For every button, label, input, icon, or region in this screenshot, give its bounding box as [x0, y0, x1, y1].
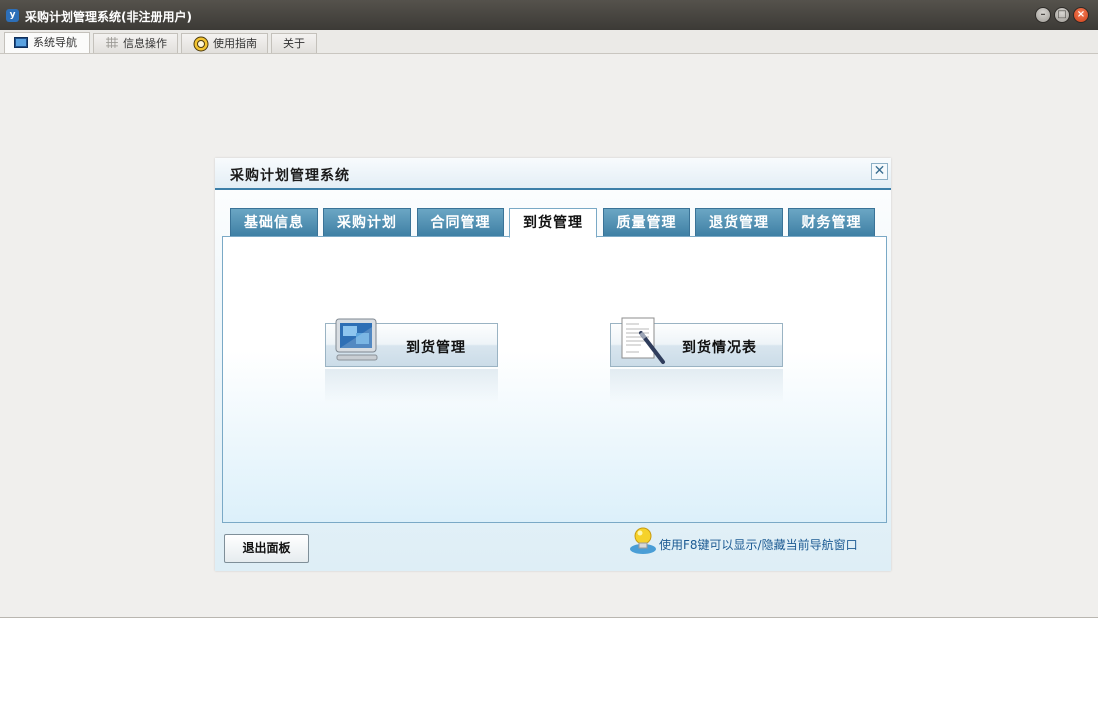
tab-label: 系统导航: [33, 36, 77, 49]
tab-label: 使用指南: [213, 37, 257, 50]
navigation-panel: 采购计划管理系统 ✕ 基础信息 采购计划 合同管理 到货管理 质量管理 退货管理…: [215, 158, 891, 571]
computer-icon: [335, 318, 378, 361]
main-tab-bar: 系统导航 信息操作 使用指南 关于: [0, 30, 1098, 54]
button-label: 到货情况表: [682, 340, 757, 356]
grid-icon: [106, 37, 118, 48]
window-title: 采购计划管理系统(非注册用户): [25, 10, 192, 24]
arrival-status-report-button[interactable]: 到货情况表: [610, 317, 783, 367]
hint-text: 使用F8键可以显示/隐藏当前导航窗口: [659, 538, 858, 552]
arrival-management-button[interactable]: 到货管理: [325, 318, 498, 367]
tab-arrival-management[interactable]: 到货管理: [509, 208, 597, 238]
exit-panel-button[interactable]: 退出面板: [224, 534, 309, 563]
tab-content-area: [222, 236, 887, 523]
button-label: 到货管理: [406, 340, 466, 356]
tab-system-navigation[interactable]: 系统导航: [4, 32, 90, 53]
tab-label: 信息操作: [123, 37, 167, 50]
title-bar[interactable]: y 采购计划管理系统(非注册用户) – □ ×: [0, 0, 1098, 30]
tab-about[interactable]: 关于: [271, 33, 317, 53]
close-icon: ✕: [873, 163, 886, 179]
lightbulb-icon: [630, 527, 656, 554]
tab-basic-info[interactable]: 基础信息: [230, 208, 318, 237]
panel-header: 采购计划管理系统 ✕: [215, 158, 891, 190]
minimize-icon: –: [1040, 9, 1046, 20]
tab-information-operation[interactable]: 信息操作: [93, 33, 178, 53]
maximize-icon: □: [1057, 9, 1067, 20]
application-window: y 采购计划管理系统(非注册用户) – □ × 系统导航 信息操作 使用指南 关…: [0, 0, 1098, 618]
panel-title: 采购计划管理系统: [230, 168, 350, 184]
app-logo-icon: y: [6, 9, 19, 22]
tab-contract-management[interactable]: 合同管理: [417, 208, 504, 237]
tab-user-guide[interactable]: 使用指南: [181, 33, 268, 53]
tab-purchase-plan[interactable]: 采购计划: [323, 208, 411, 237]
button-reflection: [610, 369, 783, 403]
close-icon: ×: [1076, 9, 1086, 20]
close-window-button[interactable]: ×: [1073, 7, 1089, 23]
monitor-icon: [14, 37, 28, 48]
panel-close-button[interactable]: ✕: [871, 163, 888, 180]
tab-finance-management[interactable]: 财务管理: [788, 208, 875, 237]
lifebuoy-icon: [193, 36, 209, 52]
button-reflection: [325, 369, 498, 403]
tab-quality-management[interactable]: 质量管理: [603, 208, 690, 237]
tab-label: 关于: [283, 37, 305, 50]
document-pen-icon: [621, 317, 665, 364]
minimize-button[interactable]: –: [1035, 7, 1051, 23]
tab-return-management[interactable]: 退货管理: [695, 208, 783, 237]
maximize-button[interactable]: □: [1054, 7, 1070, 23]
